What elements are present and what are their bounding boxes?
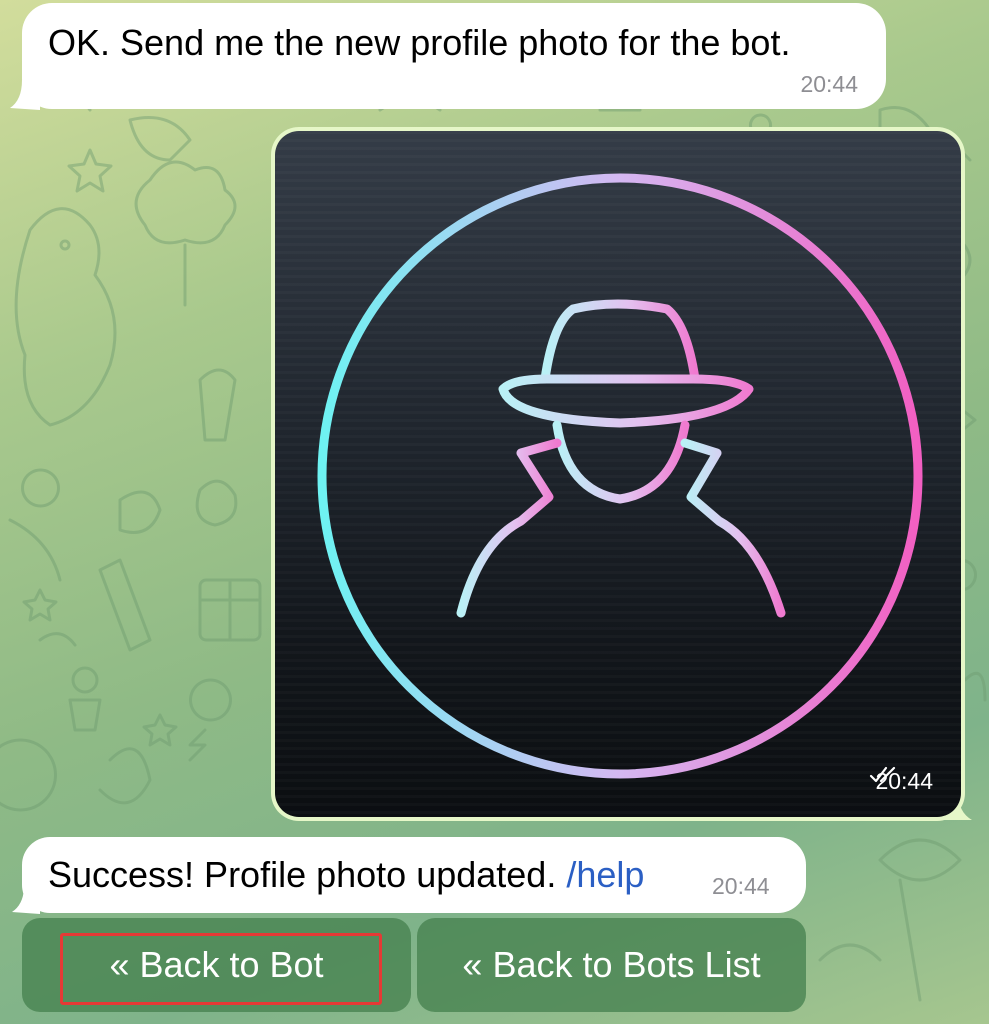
double-check-icon — [870, 766, 896, 783]
message-time: 20:44 — [712, 873, 770, 899]
button-label: « Back to Bots List — [462, 944, 761, 985]
message-text: Success! Profile photo updated. /help — [48, 853, 644, 897]
success-text: Success! Profile photo updated. — [48, 854, 557, 895]
spy-silhouette-icon — [317, 173, 923, 779]
message-text: OK. Send me the new profile photo for th… — [48, 22, 791, 63]
help-command-link[interactable]: /help — [566, 854, 644, 895]
bot-message-request-photo: OK. Send me the new profile photo for th… — [22, 3, 886, 109]
profile-photo-image[interactable]: 20:44 — [275, 131, 961, 817]
photo-timestamp: 20:44 — [869, 766, 939, 797]
bot-message-success: Success! Profile photo updated. /help 20… — [22, 837, 806, 913]
message-time: 20:44 — [800, 71, 858, 97]
back-to-bot-button[interactable]: « Back to Bot — [22, 918, 411, 1012]
sent-photo-message[interactable]: 20:44 — [271, 127, 965, 821]
neon-ring — [317, 173, 923, 779]
back-to-bots-list-button[interactable]: « Back to Bots List — [417, 918, 806, 1012]
button-label: « Back to Bot — [109, 944, 324, 985]
